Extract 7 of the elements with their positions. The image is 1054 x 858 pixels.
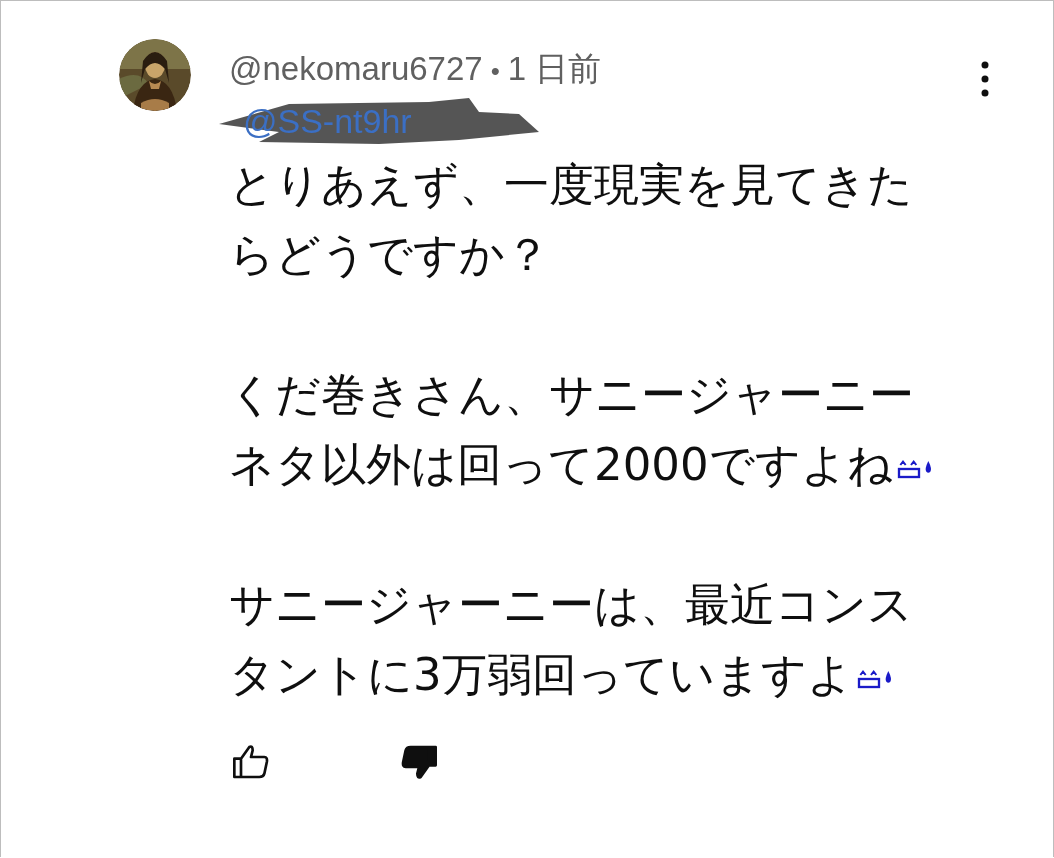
separator-dot: • xyxy=(490,56,500,87)
author-name[interactable]: @nekomaru6727 xyxy=(229,50,483,88)
comment-text: サニージャーニーは、最近コンスタントに3万弱回っていますよ xyxy=(229,578,913,701)
comment-time: 1 日前 xyxy=(507,49,602,89)
comment-text: くだ巻きさん、サニージャーニーネタ以外は回って2000ですよね xyxy=(229,368,914,491)
comment-text: とりあえず、一度現実を見てきたらどうですか？ xyxy=(229,158,913,281)
more-icon xyxy=(981,61,989,97)
